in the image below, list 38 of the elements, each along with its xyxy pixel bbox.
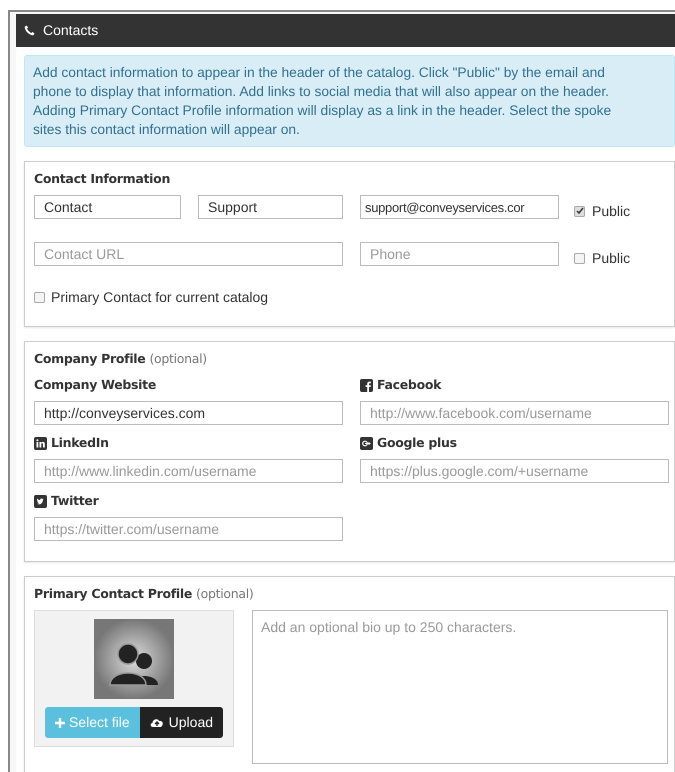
field-label: Facebook [377,376,442,394]
upload-button[interactable]: Upload [140,707,224,738]
google-plus-icon [360,437,373,450]
linkedin-icon [34,437,47,450]
field-label: Twitter [51,492,98,510]
avatar-icon [94,619,174,700]
cloud-upload-icon [150,717,164,728]
public-checkbox[interactable] [574,206,585,217]
twitter-icon [34,495,47,508]
facebook-icon [360,379,373,392]
public-label: Public [592,248,630,268]
twitter-field[interactable]: https://twitter.com/username [34,516,343,540]
website-field[interactable]: http://conveyservices.com [34,400,343,424]
last-name-field[interactable]: Support [198,195,343,220]
optional-note: (optional) [196,584,254,603]
info-message: Add contact information to appear in the header of the catalog. Click "Public" by the email and phone to display that information. Add links to social media that will also appear on the header. Adding Primary Contact Profile information will display as a link in the header. Select the spoke sites this contact information will appear on. [24,55,675,147]
phone-icon [24,25,35,36]
primary-contact-checkbox[interactable] [34,292,45,303]
googleplus-field[interactable]: https://plus.google.com/+username [360,458,669,482]
linkedin-field[interactable]: http://www.linkedin.com/username [34,458,343,482]
primary-contact-label: Primary Contact for current catalog [51,288,268,307]
field-label: Company Website [34,376,156,394]
panel-title: Contacts [43,21,98,40]
optional-note: (optional) [149,350,207,368]
field-label: LinkedIn [51,434,109,452]
section-title: Primary Contact Profile [34,584,192,603]
first-name-field[interactable]: Contact [34,195,181,220]
phone-field[interactable]: Phone [360,242,559,266]
public-checkbox[interactable] [574,252,585,264]
section-title: Company Profile [34,350,146,368]
field-label: Google plus [377,434,457,452]
facebook-field[interactable]: http://www.facebook.com/username [360,400,669,424]
contact-url-field[interactable]: Contact URL [34,242,343,266]
public-label: Public [592,202,630,221]
email-field[interactable]: support@conveyservices.cor [360,195,559,220]
plus-icon [54,718,65,728]
bio-field[interactable]: Add an optional bio up to 250 characters. [252,610,668,764]
section-title: Contact Information [34,170,170,188]
